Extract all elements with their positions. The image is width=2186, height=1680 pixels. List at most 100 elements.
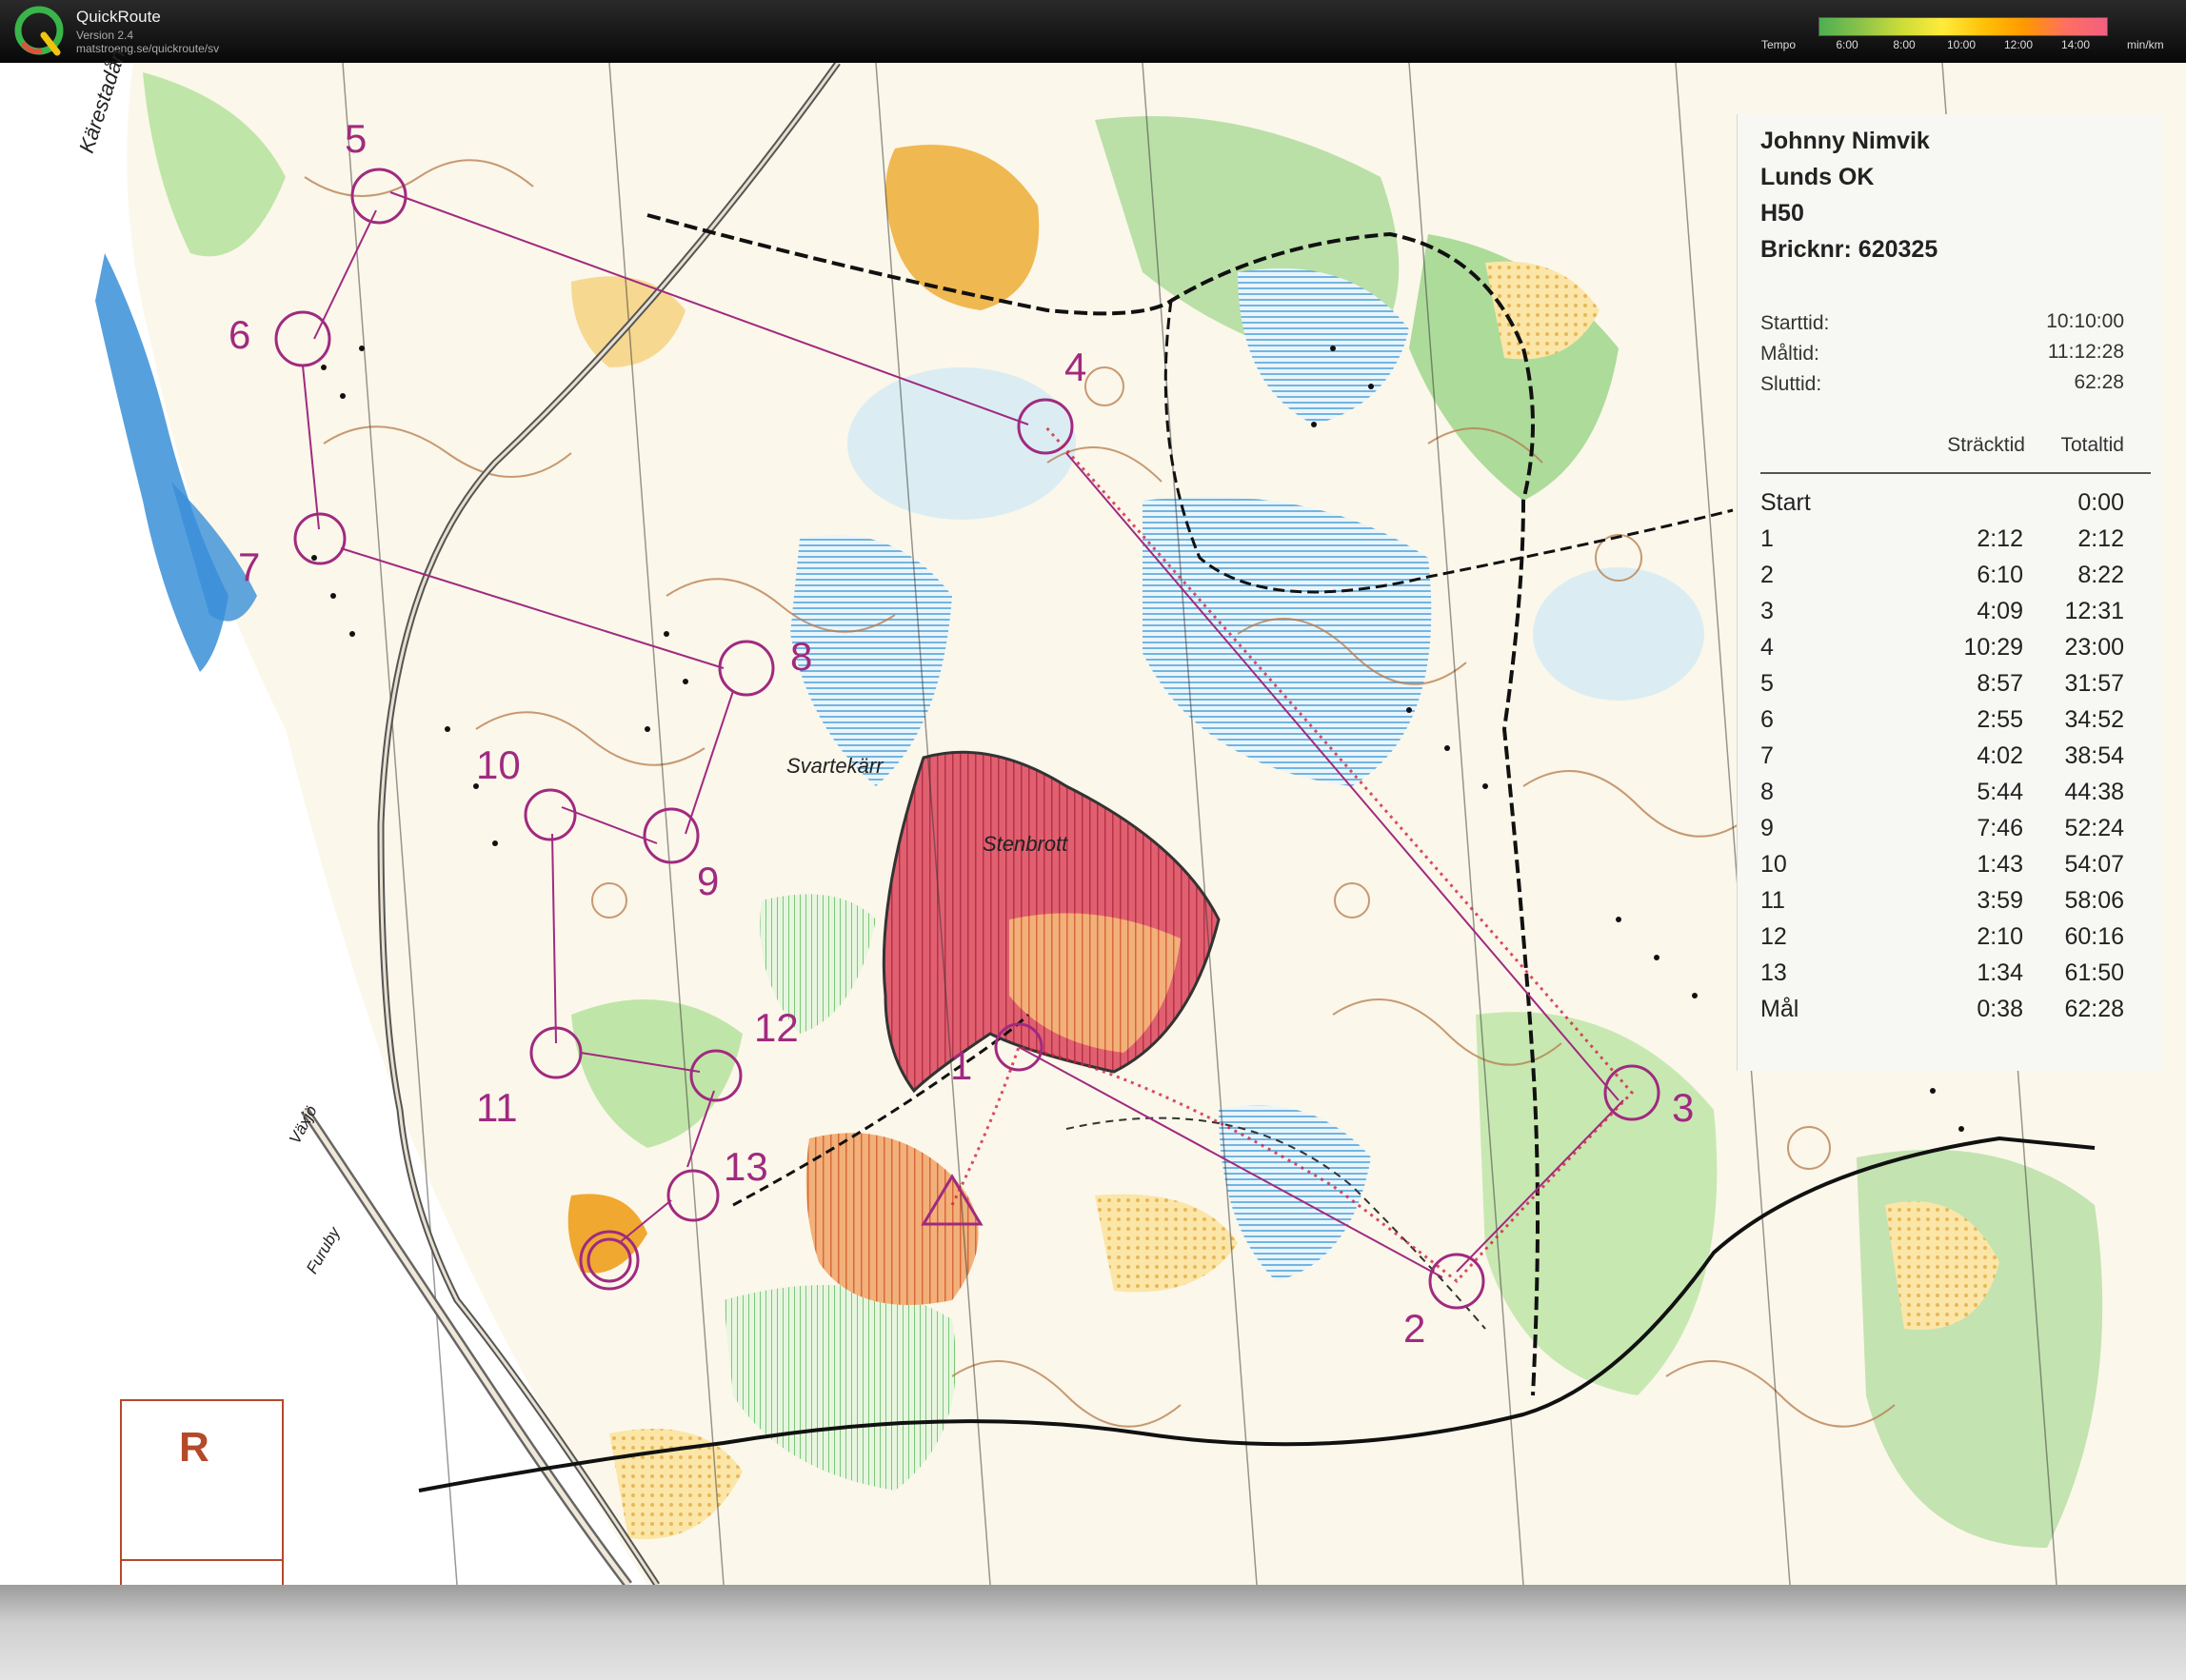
tempo-tick: 12:00	[2003, 38, 2034, 51]
tempo-tick: 8:00	[1893, 38, 1916, 51]
split-control: 3	[1760, 598, 1774, 624]
split-leg-time: 4:09	[1977, 598, 2023, 624]
split-total-time: 61:50	[2064, 959, 2124, 986]
split-leg-time: 5:44	[1977, 779, 2023, 805]
split-total-time: 0:00	[2077, 489, 2124, 516]
finish-time-label: Måltid:	[1760, 343, 1819, 365]
split-leg-time: 2:12	[1977, 525, 2023, 552]
split-row: 5 8:57 31:57	[1738, 670, 2162, 706]
control-number-2: 2	[1403, 1306, 1426, 1351]
control-number-5: 5	[345, 116, 368, 161]
split-row: 1 2:12 2:12	[1738, 525, 2162, 562]
split-row: 6 2:55 34:52	[1738, 706, 2162, 742]
total-time-label: Sluttid:	[1760, 373, 1822, 395]
split-leg-time: 10:29	[1963, 634, 2023, 661]
split-row: 2 6:10 8:22	[1738, 562, 2162, 598]
split-row: Mål 0:38 62:28	[1738, 996, 2162, 1032]
tempo-color-scale	[1818, 17, 2108, 36]
split-total-time: 8:22	[2077, 562, 2124, 588]
split-row: 10 1:43 54:07	[1738, 851, 2162, 887]
split-row: 13 1:34 61:50	[1738, 959, 2162, 996]
runner-club: Lunds OK	[1760, 164, 1875, 190]
split-leg-time: 3:59	[1977, 887, 2023, 914]
split-row: 4 10:29 23:00	[1738, 634, 2162, 670]
tempo-tick: 14:00	[2060, 38, 2091, 51]
split-total-time: 2:12	[2077, 525, 2124, 552]
start-time-value: 10:10:00	[2046, 310, 2124, 332]
split-leg-time: 1:43	[1977, 851, 2023, 878]
app-version: Version 2.4	[76, 29, 134, 42]
runner-class: H50	[1760, 200, 1804, 227]
results-panel: Johnny Nimvik Lunds OK H50 Bricknr: 6203…	[1737, 114, 2162, 1071]
app-title: QuickRoute	[76, 8, 161, 26]
split-leg-time: 6:10	[1977, 562, 2023, 588]
split-total-time: 44:38	[2064, 779, 2124, 805]
split-leg-time: 2:55	[1977, 706, 2023, 733]
control-number-4: 4	[1064, 345, 1087, 389]
split-control: 2	[1760, 562, 1774, 588]
legend-letter: R	[179, 1424, 209, 1471]
control-number-10: 10	[476, 742, 521, 787]
tempo-tick: 10:00	[1946, 38, 1977, 51]
tempo-tick: 6:00	[1836, 38, 1858, 51]
split-row: 3 4:09 12:31	[1738, 598, 2162, 634]
split-total-time: 34:52	[2064, 706, 2124, 733]
split-row: 9 7:46 52:24	[1738, 815, 2162, 851]
splits-divider	[1760, 472, 2151, 474]
split-row: 7 4:02 38:54	[1738, 742, 2162, 779]
control-number-3: 3	[1672, 1085, 1695, 1130]
runner-card: Bricknr: 620325	[1760, 236, 1938, 263]
split-leg-time: 0:38	[1977, 996, 2023, 1022]
tempo-label: Tempo	[1761, 38, 1797, 51]
split-row: 12 2:10 60:16	[1738, 923, 2162, 959]
split-control: Mål	[1760, 996, 1799, 1022]
control-number-12: 12	[754, 1005, 799, 1050]
split-total-time: 58:06	[2064, 887, 2124, 914]
control-number-11: 11	[476, 1085, 518, 1130]
control-number-8: 8	[790, 634, 813, 679]
split-leg-time: 2:10	[1977, 923, 2023, 950]
total-time-value: 62:28	[2074, 371, 2124, 393]
split-total-time: 12:31	[2064, 598, 2124, 624]
split-control: 11	[1760, 887, 1785, 914]
swamp-area	[847, 367, 1076, 520]
app-header: QuickRoute Version 2.4 matstroeng.se/qui…	[0, 0, 2186, 63]
control-number-9: 9	[697, 859, 720, 903]
runner-name: Johnny Nimvik	[1760, 128, 1930, 154]
split-total-time: 54:07	[2064, 851, 2124, 878]
leg-time-header: Sträcktid	[1947, 434, 2025, 456]
split-control: Start	[1760, 489, 1811, 516]
split-control: 10	[1760, 851, 1787, 878]
split-total-time: 23:00	[2064, 634, 2124, 661]
split-leg-time: 8:57	[1977, 670, 2023, 697]
legend-divider	[122, 1559, 282, 1561]
app-url[interactable]: matstroeng.se/quickroute/sv	[76, 42, 219, 55]
split-control: 9	[1760, 815, 1774, 841]
split-total-time: 60:16	[2064, 923, 2124, 950]
split-control: 4	[1760, 634, 1774, 661]
split-control: 7	[1760, 742, 1774, 769]
split-leg-time: 4:02	[1977, 742, 2023, 769]
split-control: 5	[1760, 670, 1774, 697]
split-control: 12	[1760, 923, 1787, 950]
control-number-7: 7	[238, 544, 261, 589]
tempo-unit: min/km	[2127, 38, 2164, 51]
control-number-6: 6	[229, 312, 251, 357]
control-number-1: 1	[950, 1043, 973, 1088]
split-control: 1	[1760, 525, 1774, 552]
split-total-time: 52:24	[2064, 815, 2124, 841]
split-row: 11 3:59 58:06	[1738, 887, 2162, 923]
split-row: Start 0:00	[1738, 489, 2162, 525]
split-total-time: 38:54	[2064, 742, 2124, 769]
total-time-header: Totaltid	[2060, 434, 2124, 456]
split-total-time: 62:28	[2064, 996, 2124, 1022]
split-total-time: 31:57	[2064, 670, 2124, 697]
swamp-area	[1533, 567, 1704, 701]
split-control: 13	[1760, 959, 1787, 986]
split-leg-time: 1:34	[1977, 959, 2023, 986]
split-control: 6	[1760, 706, 1774, 733]
finish-time-value: 11:12:28	[2047, 341, 2124, 363]
scan-bottom-edge	[0, 1585, 2186, 1680]
lake-name-label: Svartekärr	[786, 754, 884, 778]
split-control: 8	[1760, 779, 1774, 805]
